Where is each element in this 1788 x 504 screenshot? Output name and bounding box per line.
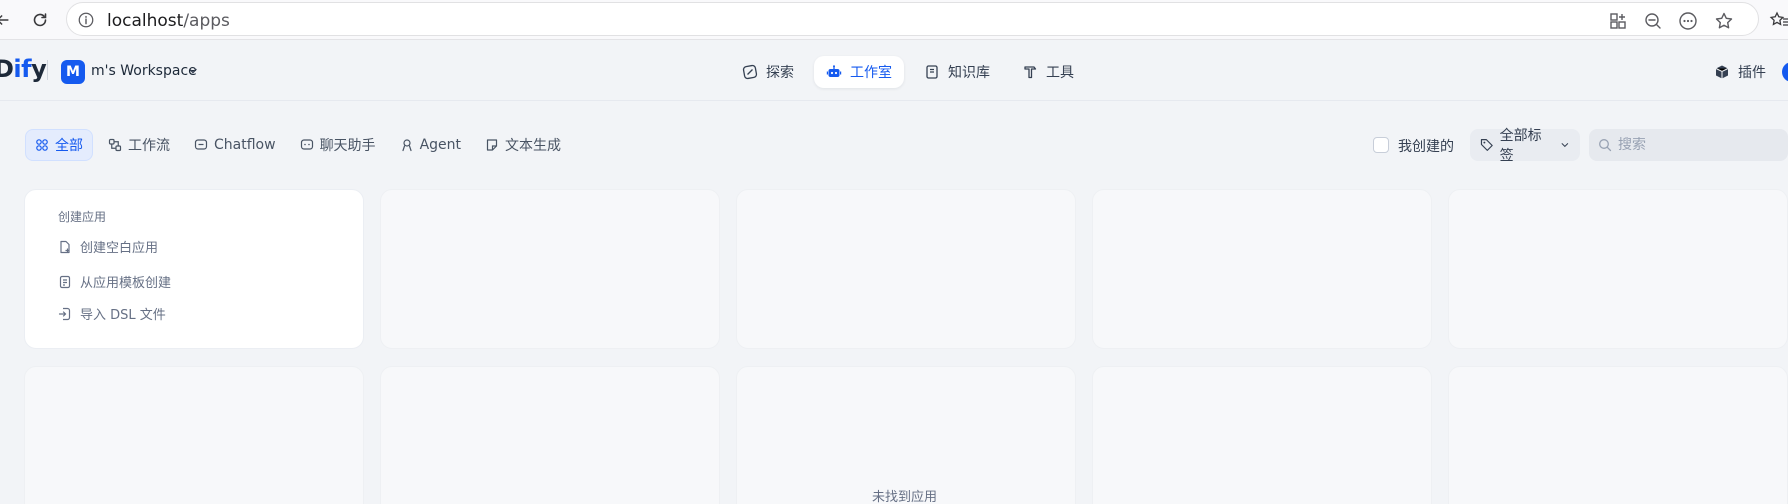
hammer-icon [1024,66,1037,79]
more-options-icon[interactable] [1678,11,1698,31]
nav-tools-label: 工具 [1046,65,1074,81]
logo-letters-if: if [13,55,32,83]
workspace-name[interactable]: m's Workspace [91,63,197,79]
app-header: Dify M m's Workspace 探索 工作室 知识库 工具 插件 [0,41,1788,101]
dify-logo[interactable]: Dify [0,55,47,83]
app-card-placeholder [736,366,1076,504]
tab-all-label: 全部 [55,138,83,154]
empty-state-message: 未找到应用 [872,490,938,504]
app-card-placeholder [1448,189,1788,349]
created-by-me-checkbox[interactable] [1373,137,1389,153]
plugins-label: 插件 [1738,65,1766,81]
tab-all[interactable]: 全部 [25,129,93,161]
app-card-placeholder [1448,366,1788,504]
app-type-tabs: 全部 工作流 Chatflow 聊天助手 Agent 文本生成 [25,129,570,161]
url-path: /apps [183,11,230,31]
browser-toolbar: localhost/apps [0,0,1788,40]
create-from-template-label: 从应用模板创建 [80,276,172,291]
nav-studio[interactable]: 工作室 [814,56,904,88]
tab-workflow[interactable]: 工作流 [99,129,179,161]
create-from-template-button[interactable]: 从应用模板创建 [58,272,171,291]
workflow-icon [108,138,122,152]
zoom-out-icon[interactable] [1643,11,1663,31]
address-bar[interactable]: localhost/apps [66,2,1759,36]
search-input[interactable] [1618,137,1778,153]
nav-explore-label: 探索 [766,65,794,81]
tab-text-generation-label: 文本生成 [505,138,562,154]
chat-assistant-icon [300,139,313,150]
nav-knowledge[interactable]: 知识库 [912,56,1002,88]
compass-icon [742,64,758,80]
cube-icon [1715,65,1729,79]
import-dsl-label: 导入 DSL 文件 [80,308,166,323]
tab-chatflow-label: Chatflow [214,137,276,153]
file-plus-icon [60,240,70,253]
tab-chatflow[interactable]: Chatflow [185,129,285,161]
chat-bubble-icon [194,139,208,150]
logo-letter-d: D [0,55,14,83]
main-nav: 探索 工作室 知识库 工具 [730,56,1086,88]
agent-icon [401,139,412,152]
header-divider [47,60,48,80]
tab-text-generation[interactable]: 文本生成 [476,129,570,161]
plugins-button[interactable]: 插件 [1714,62,1766,82]
robot-icon [826,65,842,77]
back-icon[interactable] [0,7,16,33]
template-icon [59,275,71,288]
create-app-card: 创建应用 创建空白应用 从应用模板创建 导入 DSL 文件 [24,189,364,349]
import-icon [58,307,71,320]
create-blank-app-label: 创建空白应用 [80,241,159,256]
tab-agent-label: Agent [419,137,462,153]
create-app-title: 创建应用 [58,210,107,224]
nav-tools[interactable]: 工具 [1010,56,1086,88]
nav-explore[interactable]: 探索 [730,56,806,88]
all-tags-label: 全部标签 [1499,128,1542,164]
all-tags-dropdown[interactable]: 全部标签 [1470,128,1580,164]
tag-icon [1480,139,1493,151]
import-dsl-button[interactable]: 导入 DSL 文件 [58,304,166,323]
app-card-placeholder [1092,189,1432,349]
create-blank-app-button[interactable]: 创建空白应用 [58,237,158,256]
apps-grid-icon[interactable] [1608,11,1628,31]
url-text[interactable]: localhost/apps [107,11,230,31]
book-icon [926,65,938,79]
workspace-avatar[interactable]: M [61,60,85,84]
document-icon [486,139,498,151]
logo-letter-y: y [31,55,47,83]
url-host: localhost [107,11,184,31]
tab-agent[interactable]: Agent [391,129,470,161]
site-info-icon[interactable] [77,11,95,29]
favorites-icon[interactable] [1766,7,1788,33]
nav-knowledge-label: 知识库 [948,65,990,81]
nav-studio-label: 工作室 [850,65,892,81]
app-card-placeholder [380,189,720,349]
search-icon [1599,139,1612,152]
tab-chat-assistant[interactable]: 聊天助手 [291,129,385,161]
chevron-down-icon [1561,143,1569,148]
app-card-placeholder [1092,366,1432,504]
created-by-me-label[interactable]: 我创建的 [1398,136,1454,156]
grid-icon [36,139,48,151]
app-card-placeholder [380,366,720,504]
app-card-placeholder [24,366,364,504]
chevron-down-icon[interactable] [187,65,199,77]
tab-chat-assistant-label: 聊天助手 [319,138,376,154]
search-box[interactable] [1589,129,1788,161]
reload-icon[interactable] [27,7,53,33]
bookmark-star-icon[interactable] [1714,11,1734,31]
user-avatar[interactable] [1782,62,1788,82]
tab-workflow-label: 工作流 [128,138,170,154]
app-card-placeholder [736,189,1076,349]
